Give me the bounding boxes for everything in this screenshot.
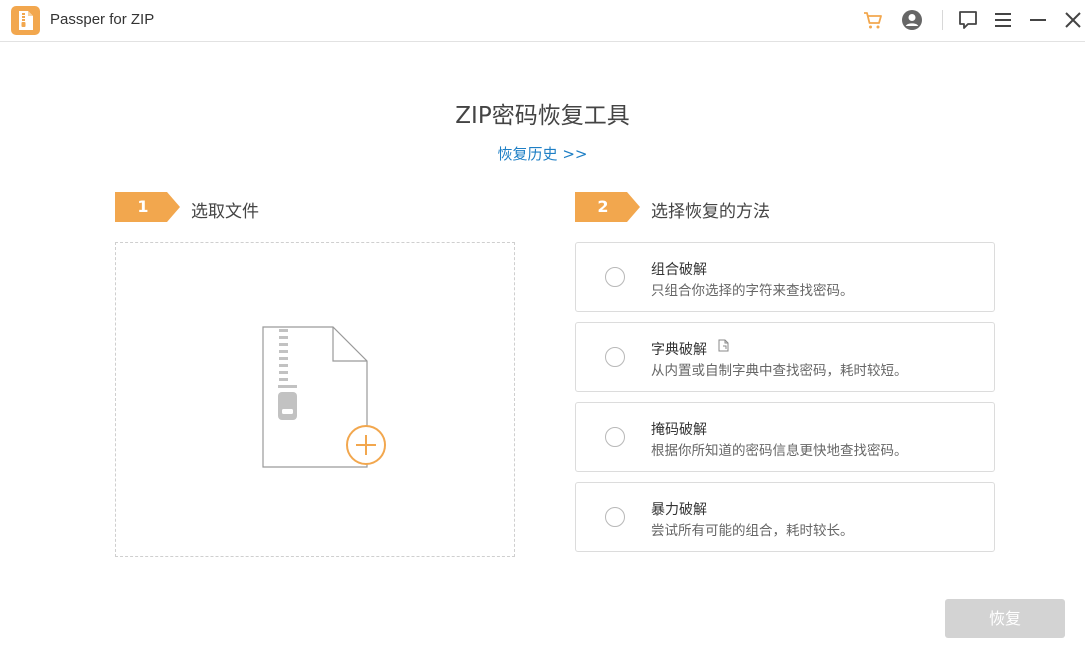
- recovery-history-link[interactable]: 恢复历史 >>: [0, 143, 1085, 164]
- feedback-icon[interactable]: [957, 9, 979, 31]
- step-2-badge: 2: [575, 192, 640, 222]
- method-radio[interactable]: [605, 507, 625, 527]
- app-title: Passper for ZIP: [50, 11, 155, 28]
- page-title: ZIP密码恢复工具: [455, 103, 630, 129]
- step-2-number: 2: [597, 197, 609, 216]
- close-icon[interactable]: [1062, 9, 1084, 31]
- title-bar: Passper for ZIP: [0, 0, 1085, 42]
- minimize-icon[interactable]: [1027, 9, 1049, 31]
- method-title: 暴力破解: [651, 502, 707, 518]
- method-radio[interactable]: [605, 267, 625, 287]
- step-1-number: 1: [137, 197, 149, 216]
- method-title: 字典破解: [651, 342, 707, 358]
- menu-icon[interactable]: [992, 9, 1014, 31]
- method-description: 根据你所知道的密码信息更快地查找密码。: [651, 443, 908, 459]
- method-mask[interactable]: 掩码破解 根据你所知道的密码信息更快地查找密码。: [575, 402, 995, 472]
- method-radio[interactable]: [605, 427, 625, 447]
- method-brute-force[interactable]: 暴力破解 尝试所有可能的组合，耗时较长。: [575, 482, 995, 552]
- step-2-label: 选择恢复的方法: [651, 202, 770, 222]
- file-drop-zone[interactable]: [115, 242, 515, 557]
- dictionary-file-icon[interactable]: [717, 339, 731, 353]
- step-1-label: 选取文件: [191, 202, 259, 222]
- method-description: 从内置或自制字典中查找密码，耗时较短。: [651, 363, 908, 379]
- titlebar-divider: [942, 10, 943, 30]
- method-title: 组合破解: [651, 262, 707, 278]
- cart-icon[interactable]: [862, 9, 884, 31]
- step-1-badge: 1: [115, 192, 180, 222]
- method-dictionary[interactable]: 字典破解 从内置或自制字典中查找密码，耗时较短。: [575, 322, 995, 392]
- method-description: 尝试所有可能的组合，耗时较长。: [651, 523, 854, 539]
- method-description: 只组合你选择的字符来查找密码。: [651, 283, 854, 299]
- app-logo-icon: [11, 6, 40, 35]
- zip-file-add-icon: [262, 326, 386, 468]
- account-icon[interactable]: [901, 9, 923, 31]
- method-radio[interactable]: [605, 347, 625, 367]
- method-combination[interactable]: 组合破解 只组合你选择的字符来查找密码。: [575, 242, 995, 312]
- method-title: 掩码破解: [651, 422, 707, 438]
- recover-button[interactable]: 恢复: [945, 599, 1065, 638]
